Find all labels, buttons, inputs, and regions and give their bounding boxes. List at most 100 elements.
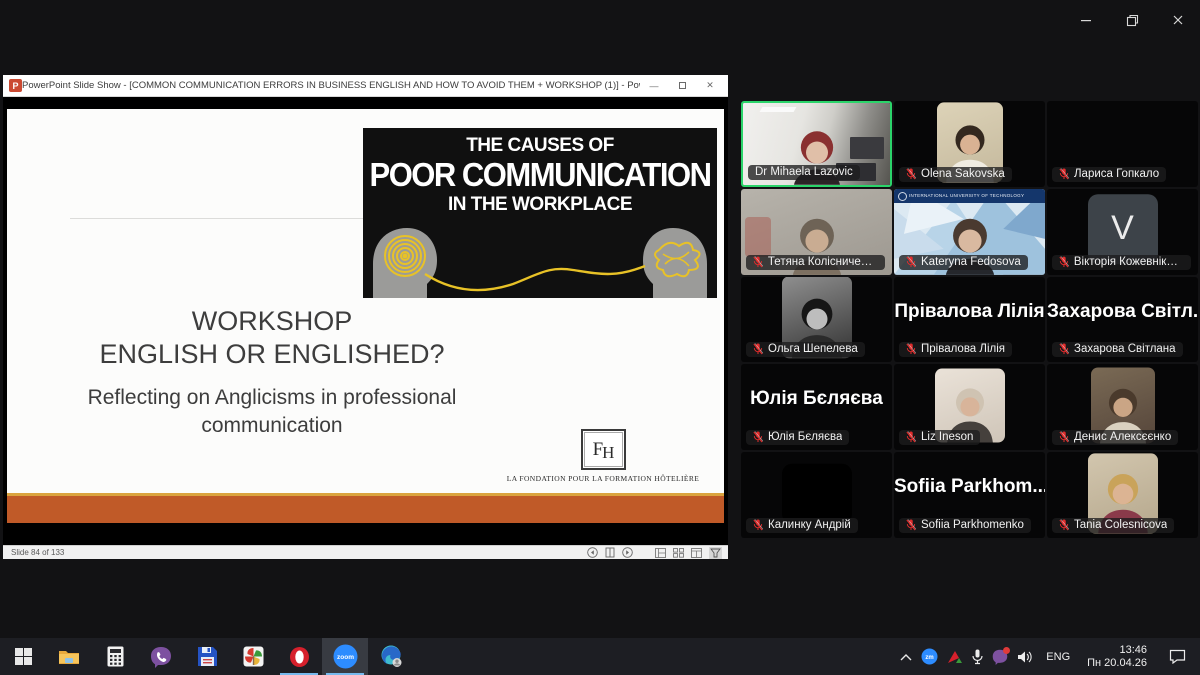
virtual-background-banner: INTERNATIONAL UNIVERSITY OF TECHNOLOGY (894, 189, 1045, 203)
participant-name-label: Sofiia Parkhomenko (899, 518, 1031, 533)
previous-slide-icon[interactable] (587, 547, 598, 558)
participant-name-label: Юлія Бєляєва (746, 430, 849, 445)
app-window-controls (1076, 10, 1188, 30)
file-explorer-icon[interactable] (46, 638, 92, 675)
workshop-title: WORKSHOP (22, 305, 522, 338)
participant-name: Прівалова Лілія (921, 343, 1005, 355)
muted-mic-icon (1059, 168, 1069, 180)
participant-name-label: Tania Colesnicova (1052, 518, 1174, 533)
participant-dark-avatar (782, 464, 852, 524)
participant-tile[interactable]: Dr Mihaela Lazovic (741, 101, 892, 187)
workshop-description-line2: communication (22, 412, 522, 440)
muted-mic-icon (906, 256, 916, 268)
hidden-icons-chevron[interactable] (900, 653, 912, 661)
participant-name-label: Dr Mihaela Lazovic (748, 165, 860, 180)
start-button[interactable] (0, 638, 46, 675)
speaker-tray-icon[interactable] (1017, 650, 1033, 664)
participant-tile[interactable]: V Вікторія Кожевнікова (1047, 189, 1198, 275)
microphone-tray-icon[interactable] (972, 649, 983, 665)
participant-tile[interactable]: Юлія Бєляєва Юлія Бєляєва (741, 364, 892, 450)
slide-canvas[interactable]: THE CAUSES OF POOR COMMUNICATION IN THE … (7, 109, 724, 523)
pinwheel-app-icon[interactable] (230, 638, 276, 675)
viber-tray-icon[interactable] (992, 649, 1008, 665)
participant-big-name: Прівалова Лілія (894, 301, 1045, 323)
participant-tile[interactable]: Sofiia Parkhom... Sofiia Parkhomenko (894, 452, 1045, 538)
participant-tile[interactable]: Tania Colesnicova (1047, 452, 1198, 538)
participant-name-label: Тетяна Колісниченко (746, 255, 885, 270)
participant-tile[interactable]: Прівалова Лілія Прівалова Лілія (894, 277, 1045, 363)
communication-heads-illustration (363, 214, 717, 298)
powerpoint-window-title: PowerPoint Slide Show - [COMMON COMMUNIC… (22, 80, 640, 91)
participant-tile[interactable]: Olena Sakovska (894, 101, 1045, 187)
participant-name: Лариса Гопкало (1074, 168, 1159, 180)
reading-view-icon[interactable] (691, 548, 702, 558)
participant-name-label: Kateryna Fedosova (899, 255, 1028, 270)
svg-text:zm: zm (926, 655, 934, 661)
opera-icon[interactable] (276, 638, 322, 675)
muted-mic-icon (1059, 256, 1069, 268)
participant-tile[interactable]: Ольга Шепелева (741, 277, 892, 363)
banner-line2: POOR COMMUNICATION (363, 158, 717, 191)
participant-name: Tania Colesnicova (1074, 519, 1167, 531)
ppt-maximize-icon[interactable] (668, 77, 696, 95)
calculator-icon[interactable] (92, 638, 138, 675)
close-icon[interactable] (1168, 10, 1188, 30)
slide-banner: THE CAUSES OF POOR COMMUNICATION IN THE … (363, 128, 717, 298)
banner-line3: IN THE WORKPLACE (363, 195, 717, 214)
zoom-tray-icon[interactable]: zm (921, 648, 938, 665)
ppt-close-icon[interactable]: ✕ (696, 77, 724, 95)
participant-name-label: Ольга Шепелева (746, 342, 865, 357)
participant-name: Вікторія Кожевнікова (1074, 256, 1184, 268)
workshop-description-line1: Reflecting on Anglicisms in professional (22, 384, 522, 412)
powerpoint-statusbar: Slide 84 of 133 (3, 545, 728, 559)
participant-tile[interactable]: Лариса Гопкало (1047, 101, 1198, 187)
participant-tile[interactable]: Liz Ineson (894, 364, 1045, 450)
zoom-taskbar-icon[interactable]: zoom (322, 638, 368, 675)
participant-initial-avatar: V (1088, 194, 1158, 264)
next-slide-icon[interactable] (622, 547, 633, 558)
powerpoint-titlebar[interactable]: P PowerPoint Slide Show - [COMMON COMMUN… (3, 75, 728, 97)
participant-tile[interactable]: Тетяна Колісниченко (741, 189, 892, 275)
ppt-minimize-icon[interactable]: — (640, 77, 668, 95)
annotation-pen-icon[interactable] (605, 547, 615, 558)
clock[interactable]: 13:46 Пн 20.04.26 (1083, 644, 1151, 670)
workshop-subtitle: ENGLISH OR ENGLISHED? (22, 338, 522, 371)
action-center-icon[interactable] (1160, 638, 1194, 675)
participant-tile[interactable]: Денис Алексєєнко (1047, 364, 1198, 450)
participant-tile[interactable]: Калинку Андрій (741, 452, 892, 538)
muted-mic-icon (753, 343, 763, 355)
svg-text:zoom: zoom (337, 654, 354, 661)
viber-icon[interactable] (138, 638, 184, 675)
muted-mic-icon (753, 519, 763, 531)
participant-name-label: Захарова Світлана (1052, 342, 1183, 357)
restore-icon[interactable] (1122, 10, 1142, 30)
participant-tile[interactable]: INTERNATIONAL UNIVERSITY OF TECHNOLOGY K… (894, 189, 1045, 275)
anydesk-tray-icon[interactable] (947, 650, 963, 664)
slide-headings: WORKSHOP ENGLISH OR ENGLISHED? Reflectin… (22, 305, 522, 440)
minimize-icon[interactable] (1076, 10, 1096, 30)
muted-mic-icon (906, 168, 916, 180)
participant-name: Dr Mihaela Lazovic (755, 166, 853, 178)
edge-icon[interactable] (368, 638, 414, 675)
normal-view-icon[interactable] (655, 548, 666, 558)
powerpoint-window: P PowerPoint Slide Show - [COMMON COMMUN… (3, 75, 728, 559)
slide-sorter-icon[interactable] (673, 548, 684, 558)
taskbar: zoom zm (0, 638, 1200, 675)
powerpoint-window-controls: — ✕ (640, 77, 724, 95)
slideshow-view-icon[interactable] (710, 548, 721, 558)
viber-notification-dot (1003, 647, 1010, 654)
save-app-icon[interactable] (184, 638, 230, 675)
banner-line1: THE CAUSES OF (363, 136, 717, 155)
participant-big-name: Sofiia Parkhom... (894, 476, 1045, 498)
muted-mic-icon (906, 431, 916, 443)
muted-mic-icon (753, 256, 763, 268)
language-indicator[interactable]: ENG (1042, 651, 1074, 663)
time: 13:46 (1087, 644, 1147, 657)
participant-name: Ольга Шепелева (768, 343, 858, 355)
system-tray: zm (900, 638, 1200, 675)
participant-tile[interactable]: Захарова Світл... Захарова Світлана (1047, 277, 1198, 363)
slide-divider-line (70, 218, 363, 219)
powerpoint-app-icon: P (9, 79, 22, 92)
muted-mic-icon (906, 519, 916, 531)
participant-name: Kateryna Fedosova (921, 256, 1021, 268)
